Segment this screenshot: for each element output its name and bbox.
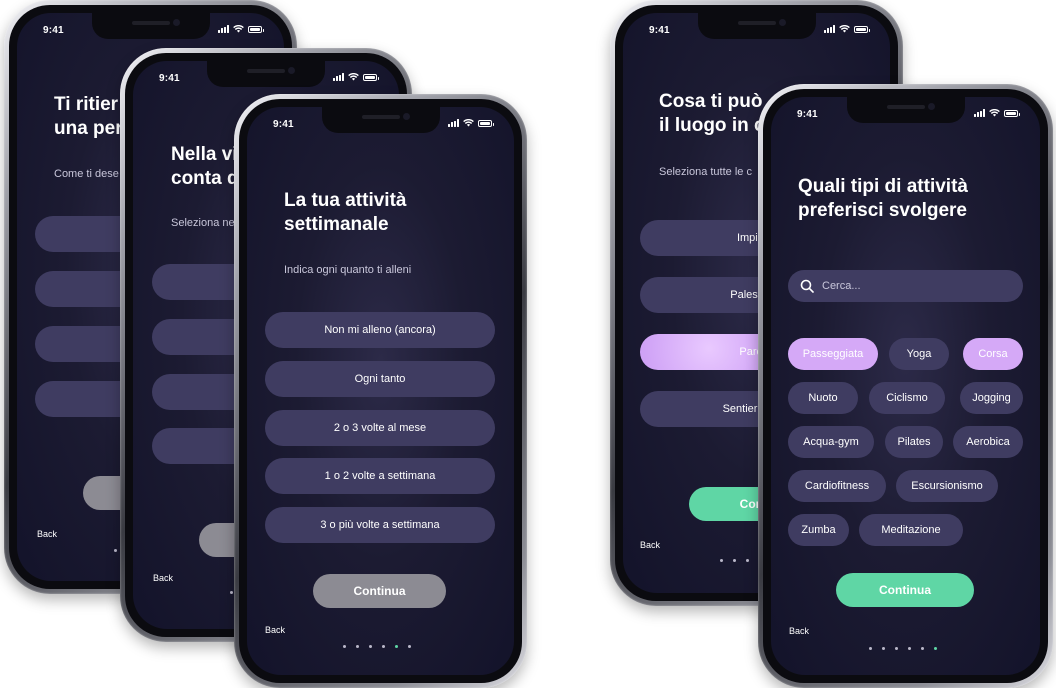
battery-icon [248,25,264,33]
chip-escursionismo[interactable]: Escursionismo [896,470,998,502]
page-dots [869,647,937,650]
notch [91,13,210,39]
signal-icon [824,25,835,33]
chip-aerobica[interactable]: Aerobica [953,426,1023,458]
battery-icon [1004,109,1020,117]
chip-meditazione[interactable]: Meditazione [859,514,963,546]
search-icon [800,279,814,293]
frequency-option-never[interactable]: Non mi alleno (ancora) [265,312,495,348]
notch [321,107,440,133]
chip-jogging[interactable]: Jogging [960,382,1023,414]
page-title: Cosa ti può il luogo in c [659,91,765,136]
battery-icon [363,73,379,81]
notch [207,61,325,87]
continue-button[interactable]: Continua [313,574,446,608]
chip-ciclismo[interactable]: Ciclismo [869,382,945,414]
frequency-option-monthly[interactable]: 2 o 3 volte al mese [265,410,495,446]
status-time: 9:41 [273,119,294,130]
status-icons [218,25,264,33]
search-input[interactable]: Cerca... [788,270,1023,302]
status-icons [333,73,379,81]
signal-icon [333,73,344,81]
page-subtitle: Come ti dese [54,168,119,180]
back-button[interactable]: Back [789,626,809,636]
notch [697,13,816,39]
signal-icon [218,25,229,33]
back-button[interactable]: Back [153,573,173,583]
frequency-option-weekly-3-plus[interactable]: 3 o più volte a settimana [265,507,495,543]
screen-activity: 9:41 La tua attività settimanale Indica … [247,107,514,675]
status-icons [448,119,494,127]
page-subtitle: Seleziona tutte le c [659,166,752,178]
wifi-icon [839,25,850,33]
continue-button[interactable]: Continua [836,573,974,607]
chip-acqua-gym[interactable]: Acqua-gym [788,426,874,458]
page-title: La tua attività settimanale [284,190,407,235]
status-time: 9:41 [649,25,670,36]
wifi-icon [463,119,474,127]
phone-activity-types: 9:41 Quali tipi di attività preferisci s… [758,84,1053,688]
screen-activity-types: 9:41 Quali tipi di attività preferisci s… [771,97,1040,675]
page-title: Ti ritier una per [54,94,123,139]
signal-icon [448,119,459,127]
chip-corsa[interactable]: Corsa [963,338,1023,370]
wifi-icon [233,25,244,33]
status-icons [824,25,870,33]
status-time: 9:41 [43,25,64,36]
wifi-icon [348,73,359,81]
signal-icon [974,109,985,117]
chip-passeggiata[interactable]: Passeggiata [788,338,878,370]
notch [846,97,965,123]
status-time: 9:41 [159,73,180,84]
chip-pilates[interactable]: Pilates [885,426,943,458]
back-button[interactable]: Back [265,625,285,635]
back-button[interactable]: Back [37,529,57,539]
wifi-icon [989,109,1000,117]
frequency-option-sometimes[interactable]: Ogni tanto [265,361,495,397]
back-button[interactable]: Back [640,540,660,550]
page-dots [343,645,411,648]
chip-yoga[interactable]: Yoga [889,338,949,370]
frequency-option-weekly-1-2[interactable]: 1 o 2 volte a settimana [265,458,495,494]
battery-icon [478,119,494,127]
page-title: Nella vi conta q [171,144,239,189]
status-icons [974,109,1020,117]
battery-icon [854,25,870,33]
page-subtitle: Seleziona ne [171,217,235,229]
page-title: Quali tipi di attività preferisci svolge… [798,176,968,221]
search-placeholder: Cerca... [822,280,861,292]
page-subtitle: Indica ogni quanto ti alleni [284,264,412,276]
status-time: 9:41 [797,109,818,120]
chip-nuoto[interactable]: Nuoto [788,382,858,414]
phone-activity: 9:41 La tua attività settimanale Indica … [234,94,527,688]
chip-cardiofitness[interactable]: Cardiofitness [788,470,886,502]
chip-zumba[interactable]: Zumba [788,514,849,546]
